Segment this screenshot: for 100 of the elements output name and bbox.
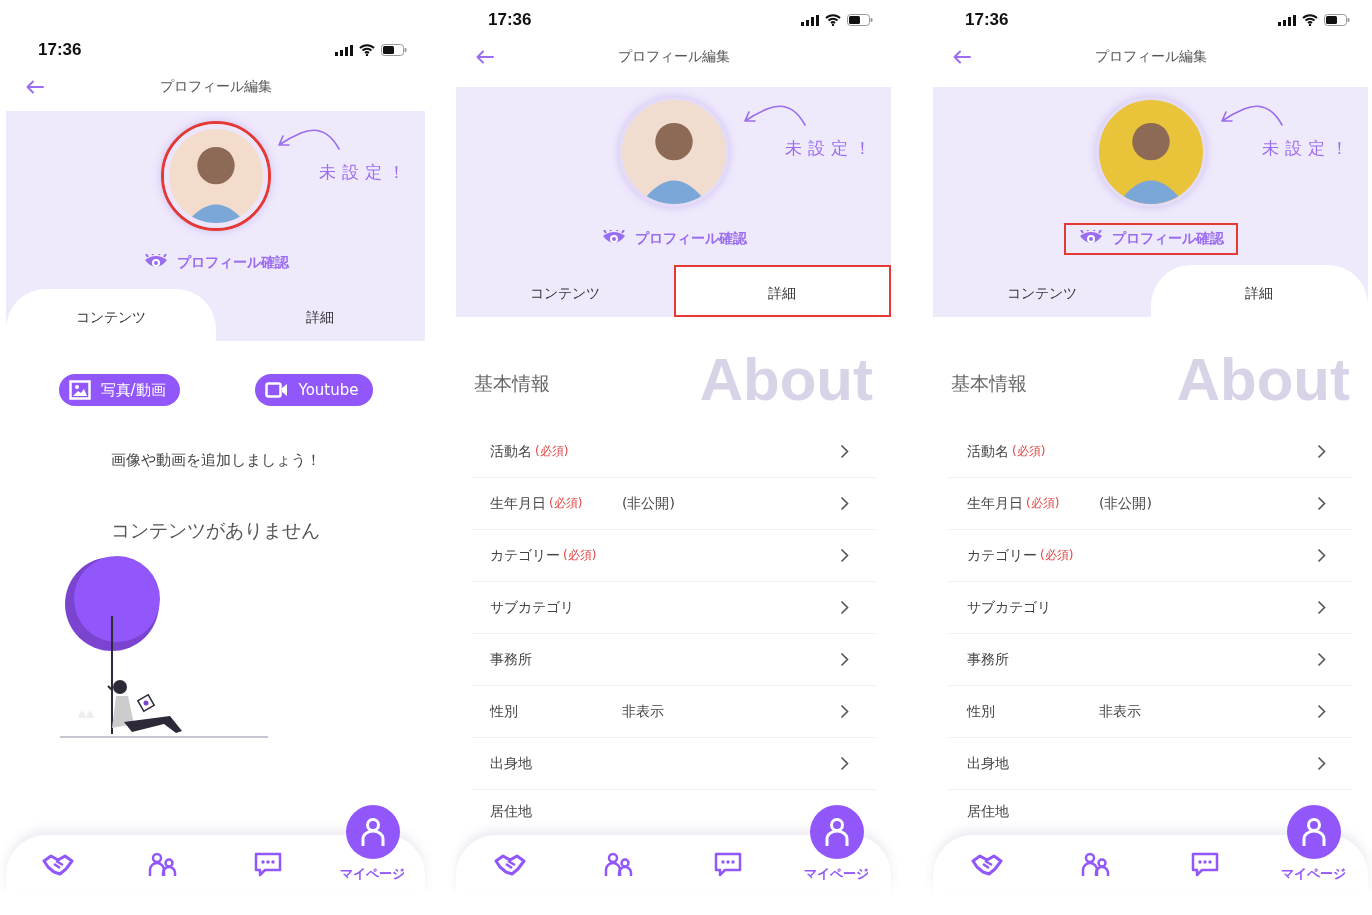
- person-icon: [823, 817, 850, 847]
- not-set-note: 未設定！: [319, 161, 411, 184]
- field-label: 性別: [490, 702, 518, 721]
- profile-field-row[interactable]: サブカテゴリ: [949, 582, 1352, 634]
- curved-arrow-icon: [1218, 103, 1284, 129]
- field-value: 非表示: [622, 702, 664, 721]
- signal-icon: [801, 14, 819, 26]
- field-value: (非公開): [1099, 494, 1152, 513]
- field-label: カテゴリー: [967, 546, 1037, 565]
- image-icon: [68, 380, 91, 400]
- person-icon: [1300, 817, 1327, 847]
- profile-field-row[interactable]: 生年月日 (必須) (非公開): [949, 478, 1352, 530]
- chevron-right-icon: [840, 444, 849, 459]
- screen-title: プロフィール編集: [159, 78, 272, 96]
- tab[interactable]: コンテンツ: [933, 265, 1151, 317]
- screen-title: プロフィール編集: [1094, 48, 1207, 66]
- nav-tab[interactable]: マイページ: [1259, 805, 1368, 895]
- back-arrow-icon[interactable]: [26, 80, 44, 94]
- chevron-right-icon: [840, 704, 849, 719]
- battery-icon: [847, 14, 873, 26]
- wifi-icon: [825, 14, 841, 26]
- field-label: 生年月日: [967, 494, 1023, 513]
- field-value: 非表示: [1099, 702, 1141, 721]
- field-label: 事務所: [490, 650, 532, 669]
- tab[interactable]: 詳細: [673, 265, 891, 317]
- profile-field-row[interactable]: 活動名 (必須): [949, 426, 1352, 478]
- field-value: (非公開): [622, 494, 675, 513]
- not-set-note: 未設定！: [1262, 137, 1354, 160]
- tab[interactable]: コンテンツ: [6, 289, 216, 341]
- person-icon: [359, 817, 386, 847]
- chevron-right-icon: [840, 600, 849, 615]
- nav-tab[interactable]: マイページ: [320, 805, 425, 895]
- chat-icon: [252, 852, 283, 878]
- field-label: 活動名: [490, 442, 532, 461]
- tab[interactable]: 詳細: [215, 289, 425, 341]
- profile-field-row[interactable]: 出身地: [472, 738, 875, 790]
- field-label: 生年月日: [490, 494, 546, 513]
- signal-icon: [335, 44, 353, 56]
- chevron-right-icon: [1317, 704, 1326, 719]
- field-label: 出身地: [490, 754, 532, 773]
- required-mark: (必須): [549, 495, 583, 512]
- curved-arrow-icon: [275, 127, 341, 153]
- required-mark: (必須): [563, 547, 597, 564]
- profile-field-row[interactable]: 事務所: [472, 634, 875, 686]
- wifi-icon: [1302, 14, 1318, 26]
- profile-field-row[interactable]: 居住地: [949, 790, 1252, 834]
- field-label: 活動名: [967, 442, 1009, 461]
- field-label: サブカテゴリ: [490, 598, 574, 617]
- profile-field-row[interactable]: 居住地: [472, 790, 775, 834]
- nav-tab[interactable]: マイページ: [782, 805, 891, 895]
- profile-field-row[interactable]: カテゴリー (必須): [472, 530, 875, 582]
- profile-field-row[interactable]: 生年月日 (必須) (非公開): [472, 478, 875, 530]
- avatar[interactable]: [160, 121, 271, 231]
- status-time: 17:36: [38, 40, 82, 60]
- profile-field-row[interactable]: 活動名 (必須): [472, 426, 875, 478]
- chevron-right-icon: [840, 756, 849, 771]
- field-label: 出身地: [967, 754, 1009, 773]
- required-mark: (必須): [1026, 495, 1060, 512]
- add-media-hint: 画像や動画を追加しましょう！: [110, 451, 321, 470]
- profile-field-row[interactable]: カテゴリー (必須): [949, 530, 1352, 582]
- required-mark: (必須): [1040, 547, 1074, 564]
- field-label: 居住地: [490, 803, 532, 821]
- profile-field-row[interactable]: 性別 非表示: [949, 686, 1352, 738]
- field-label: サブカテゴリ: [967, 598, 1051, 617]
- back-arrow-icon[interactable]: [953, 50, 971, 64]
- handshake-icon: [971, 853, 1004, 877]
- chevron-right-icon: [1317, 652, 1326, 667]
- section-heading: 基本情報: [951, 371, 1027, 396]
- field-label: カテゴリー: [490, 546, 560, 565]
- handshake-icon: [494, 853, 527, 877]
- battery-icon: [381, 44, 407, 56]
- field-label: 事務所: [967, 650, 1009, 669]
- chat-icon: [712, 852, 743, 878]
- back-arrow-icon[interactable]: [476, 50, 494, 64]
- profile-field-row[interactable]: 性別 非表示: [472, 686, 875, 738]
- chevron-right-icon: [840, 496, 849, 511]
- status-time: 17:36: [488, 10, 532, 30]
- tab[interactable]: コンテンツ: [456, 265, 674, 317]
- profile-field-row[interactable]: 事務所: [949, 634, 1352, 686]
- chevron-right-icon: [1317, 600, 1326, 615]
- tab[interactable]: 詳細: [1150, 265, 1368, 317]
- people-icon: [148, 852, 179, 878]
- not-set-note: 未設定！: [785, 137, 877, 160]
- empty-state-text: コンテンツがありません: [111, 518, 320, 543]
- video-camera-icon: [264, 382, 289, 398]
- add-media-button[interactable]: Youtube: [254, 374, 373, 406]
- chevron-right-icon: [1317, 496, 1326, 511]
- people-icon: [1081, 852, 1112, 878]
- profile-field-row[interactable]: 出身地: [949, 738, 1352, 790]
- add-media-button[interactable]: 写真/動画: [58, 374, 180, 406]
- battery-icon: [1324, 14, 1350, 26]
- required-mark: (必須): [1012, 443, 1046, 460]
- screen-title: プロフィール編集: [617, 48, 730, 66]
- profile-field-row[interactable]: サブカテゴリ: [472, 582, 875, 634]
- chat-icon: [1189, 852, 1220, 878]
- chevron-right-icon: [840, 652, 849, 667]
- chevron-right-icon: [840, 548, 849, 563]
- section-heading: 基本情報: [474, 371, 550, 396]
- people-icon: [604, 852, 635, 878]
- field-label: 居住地: [967, 803, 1009, 821]
